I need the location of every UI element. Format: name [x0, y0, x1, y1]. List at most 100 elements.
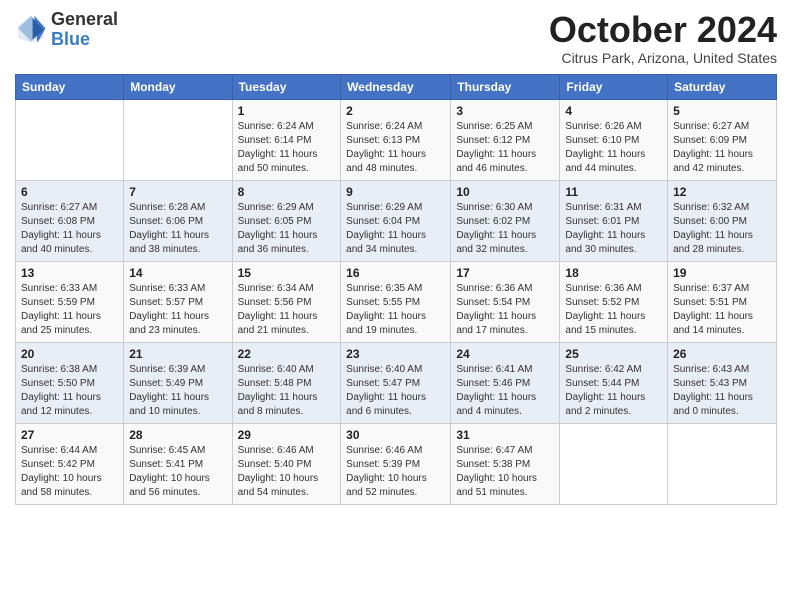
header-friday: Friday [560, 74, 668, 99]
day-cell: 25Sunrise: 6:42 AM Sunset: 5:44 PM Dayli… [560, 342, 668, 423]
logo-blue: Blue [51, 30, 118, 50]
day-cell: 22Sunrise: 6:40 AM Sunset: 5:48 PM Dayli… [232, 342, 341, 423]
day-info: Sunrise: 6:33 AM Sunset: 5:57 PM Dayligh… [129, 282, 226, 338]
day-cell: 5 Sunrise: 6:27 AM Sunset: 6:09 PM Daylig… [668, 99, 777, 180]
day-number: 9 [346, 185, 445, 199]
day-cell: 8 Sunrise: 6:29 AM Sunset: 6:05 PM Daylig… [232, 180, 341, 261]
day-cell: 11 Sunrise: 6:31 AM Sunset: 6:01 PM Dayli… [560, 180, 668, 261]
day-cell: 15Sunrise: 6:34 AM Sunset: 5:56 PM Dayli… [232, 261, 341, 342]
week-row-4: 27 Sunrise: 6:44 AM Sunset: 5:42 PM Dayli… [16, 423, 777, 504]
day-info: Sunrise: 6:46 AM Sunset: 5:39 PM Dayligh… [346, 444, 445, 500]
day-cell: 6Sunrise: 6:27 AM Sunset: 6:08 PM Daylig… [16, 180, 124, 261]
day-info: Sunrise: 6:37 AM Sunset: 5:51 PM Dayligh… [673, 282, 771, 338]
day-number: 16 [346, 266, 445, 280]
month-title: October 2024 [549, 10, 777, 50]
day-number: 8 [238, 185, 336, 199]
day-cell: 13 Sunrise: 6:33 AM Sunset: 5:59 PM Dayli… [16, 261, 124, 342]
day-number: 2 [346, 104, 445, 118]
day-cell: 20Sunrise: 6:38 AM Sunset: 5:50 PM Dayli… [16, 342, 124, 423]
day-info: Sunrise: 6:33 AM Sunset: 5:59 PM Dayligh… [21, 282, 118, 338]
logo: General Blue [15, 10, 118, 50]
day-info: Sunrise: 6:35 AM Sunset: 5:55 PM Dayligh… [346, 282, 445, 338]
day-cell: 9 Sunrise: 6:29 AM Sunset: 6:04 PM Daylig… [341, 180, 451, 261]
day-cell: 21 Sunrise: 6:39 AM Sunset: 5:49 PM Dayli… [124, 342, 232, 423]
day-number: 30 [346, 428, 445, 442]
day-number: 21 [129, 347, 226, 361]
day-number: 7 [129, 185, 226, 199]
day-number: 11 [565, 185, 662, 199]
day-info: Sunrise: 6:29 AM Sunset: 6:04 PM Dayligh… [346, 201, 445, 257]
day-number: 4 [565, 104, 662, 118]
day-cell: 26 Sunrise: 6:43 AM Sunset: 5:43 PM Dayli… [668, 342, 777, 423]
day-cell: 14 Sunrise: 6:33 AM Sunset: 5:57 PM Dayli… [124, 261, 232, 342]
day-number: 1 [238, 104, 336, 118]
day-cell: 2 Sunrise: 6:24 AM Sunset: 6:13 PM Daylig… [341, 99, 451, 180]
header-monday: Monday [124, 74, 232, 99]
day-number: 28 [129, 428, 226, 442]
day-number: 10 [456, 185, 554, 199]
day-cell: 18 Sunrise: 6:36 AM Sunset: 5:52 PM Dayli… [560, 261, 668, 342]
day-cell: 16 Sunrise: 6:35 AM Sunset: 5:55 PM Dayli… [341, 261, 451, 342]
day-number: 13 [21, 266, 118, 280]
header-wednesday: Wednesday [341, 74, 451, 99]
day-number: 12 [673, 185, 771, 199]
day-info: Sunrise: 6:30 AM Sunset: 6:02 PM Dayligh… [456, 201, 554, 257]
day-cell [560, 423, 668, 504]
day-number: 5 [673, 104, 771, 118]
day-info: Sunrise: 6:27 AM Sunset: 6:09 PM Dayligh… [673, 120, 771, 176]
day-number: 18 [565, 266, 662, 280]
header-sunday: Sunday [16, 74, 124, 99]
day-number: 3 [456, 104, 554, 118]
day-info: Sunrise: 6:39 AM Sunset: 5:49 PM Dayligh… [129, 363, 226, 419]
day-info: Sunrise: 6:46 AM Sunset: 5:40 PM Dayligh… [238, 444, 336, 500]
day-info: Sunrise: 6:36 AM Sunset: 5:52 PM Dayligh… [565, 282, 662, 338]
day-cell [16, 99, 124, 180]
day-number: 26 [673, 347, 771, 361]
day-number: 29 [238, 428, 336, 442]
day-info: Sunrise: 6:28 AM Sunset: 6:06 PM Dayligh… [129, 201, 226, 257]
day-cell: 29 Sunrise: 6:46 AM Sunset: 5:40 PM Dayli… [232, 423, 341, 504]
day-info: Sunrise: 6:36 AM Sunset: 5:54 PM Dayligh… [456, 282, 554, 338]
header-row: SundayMondayTuesdayWednesdayThursdayFrid… [16, 74, 777, 99]
day-cell [668, 423, 777, 504]
day-number: 14 [129, 266, 226, 280]
day-cell [124, 99, 232, 180]
logo-text: General Blue [51, 10, 118, 50]
week-row-0: 1 Sunrise: 6:24 AM Sunset: 6:14 PM Daylig… [16, 99, 777, 180]
day-cell: 28 Sunrise: 6:45 AM Sunset: 5:41 PM Dayli… [124, 423, 232, 504]
day-number: 22 [238, 347, 336, 361]
day-cell: 10 Sunrise: 6:30 AM Sunset: 6:02 PM Dayli… [451, 180, 560, 261]
calendar-body: 1 Sunrise: 6:24 AM Sunset: 6:14 PM Daylig… [16, 99, 777, 504]
calendar-header: SundayMondayTuesdayWednesdayThursdayFrid… [16, 74, 777, 99]
day-cell: 3 Sunrise: 6:25 AM Sunset: 6:12 PM Daylig… [451, 99, 560, 180]
day-info: Sunrise: 6:31 AM Sunset: 6:01 PM Dayligh… [565, 201, 662, 257]
day-info: Sunrise: 6:25 AM Sunset: 6:12 PM Dayligh… [456, 120, 554, 176]
day-info: Sunrise: 6:44 AM Sunset: 5:42 PM Dayligh… [21, 444, 118, 500]
title-block: October 2024 Citrus Park, Arizona, Unite… [549, 10, 777, 66]
day-cell: 24Sunrise: 6:41 AM Sunset: 5:46 PM Dayli… [451, 342, 560, 423]
day-number: 6 [21, 185, 118, 199]
header: General Blue October 2024 Citrus Park, A… [15, 10, 777, 66]
header-tuesday: Tuesday [232, 74, 341, 99]
day-info: Sunrise: 6:43 AM Sunset: 5:43 PM Dayligh… [673, 363, 771, 419]
day-number: 25 [565, 347, 662, 361]
day-cell: 27 Sunrise: 6:44 AM Sunset: 5:42 PM Dayli… [16, 423, 124, 504]
day-cell: 7 Sunrise: 6:28 AM Sunset: 6:06 PM Daylig… [124, 180, 232, 261]
day-info: Sunrise: 6:24 AM Sunset: 6:13 PM Dayligh… [346, 120, 445, 176]
day-info: Sunrise: 6:32 AM Sunset: 6:00 PM Dayligh… [673, 201, 771, 257]
day-info: Sunrise: 6:24 AM Sunset: 6:14 PM Dayligh… [238, 120, 336, 176]
day-info: Sunrise: 6:45 AM Sunset: 5:41 PM Dayligh… [129, 444, 226, 500]
day-info: Sunrise: 6:34 AM Sunset: 5:56 PM Dayligh… [238, 282, 336, 338]
day-info: Sunrise: 6:29 AM Sunset: 6:05 PM Dayligh… [238, 201, 336, 257]
day-cell: 1 Sunrise: 6:24 AM Sunset: 6:14 PM Daylig… [232, 99, 341, 180]
day-cell: 17Sunrise: 6:36 AM Sunset: 5:54 PM Dayli… [451, 261, 560, 342]
day-cell: 30 Sunrise: 6:46 AM Sunset: 5:39 PM Dayli… [341, 423, 451, 504]
day-number: 23 [346, 347, 445, 361]
week-row-1: 6Sunrise: 6:27 AM Sunset: 6:08 PM Daylig… [16, 180, 777, 261]
day-number: 31 [456, 428, 554, 442]
logo-icon [15, 14, 47, 46]
day-number: 27 [21, 428, 118, 442]
day-cell: 12 Sunrise: 6:32 AM Sunset: 6:00 PM Dayli… [668, 180, 777, 261]
day-info: Sunrise: 6:47 AM Sunset: 5:38 PM Dayligh… [456, 444, 554, 500]
week-row-2: 13 Sunrise: 6:33 AM Sunset: 5:59 PM Dayli… [16, 261, 777, 342]
